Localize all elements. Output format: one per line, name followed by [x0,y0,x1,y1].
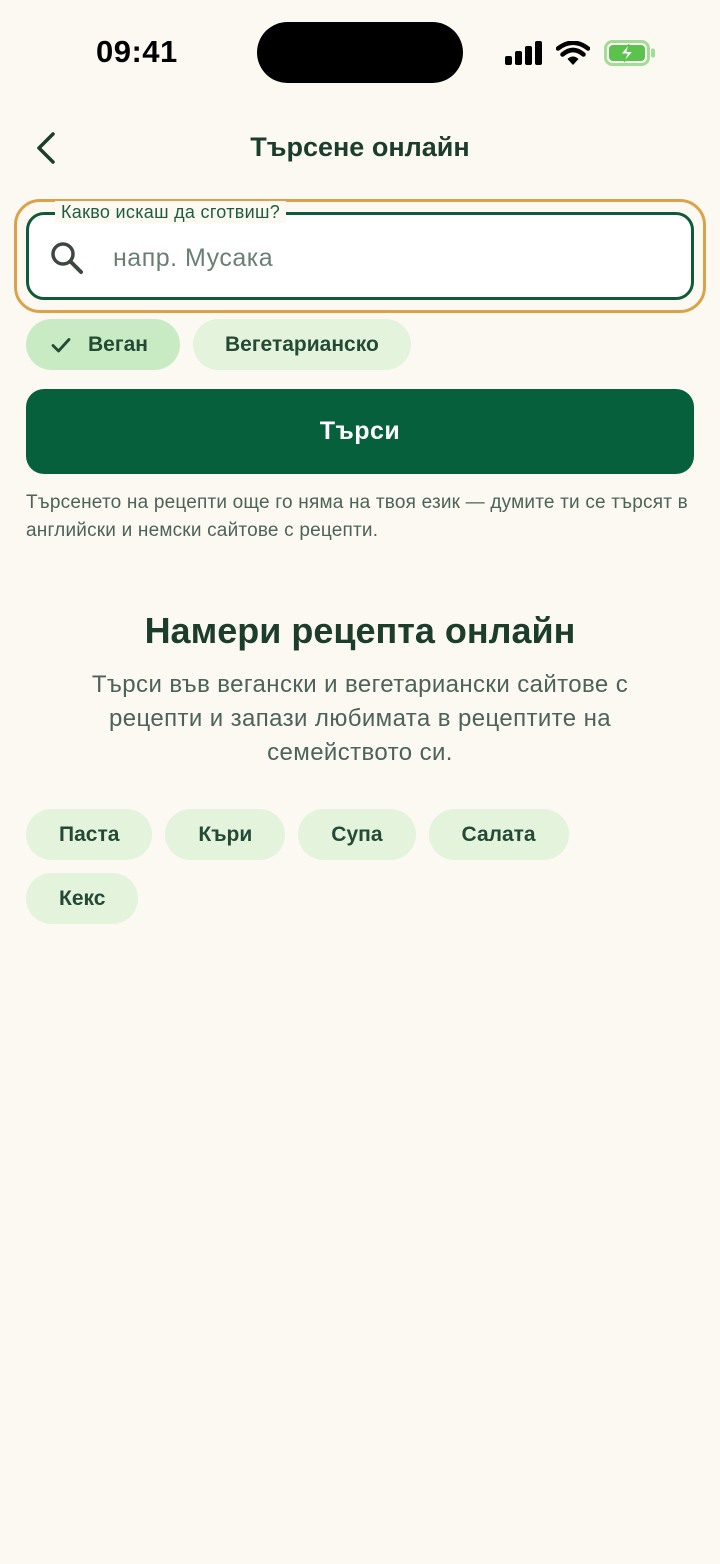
search-button[interactable]: Търси [26,389,694,474]
filter-chip-label: Веган [88,332,148,356]
search-field-label: Какво искаш да сготвиш? [55,201,287,223]
wifi-icon [556,40,590,65]
top-app-bar: Търсене онлайн [0,112,720,184]
filter-chip-label: Вегетарианско [224,332,379,356]
suggestion-chips: Паста Къри Супа Салата Кекс [26,809,626,924]
filter-chips: Веган Вегетарианско [26,319,411,370]
language-note: Търсенето на рецепти още го няма на твоя… [26,492,688,541]
dynamic-island [257,22,463,83]
empty-state-title: Намери рецепта онлайн [144,610,576,651]
page-title: Търсене онлайн [250,132,470,162]
empty-state-subtitle: Търси във вегански и вегетариански сайто… [91,671,629,766]
status-bar: 09:41 [0,0,720,100]
status-icons [505,38,656,68]
filter-chip-vegan[interactable]: Веган [26,319,180,370]
suggestion-chip-cake[interactable]: Кекс [26,873,139,924]
battery-charging-icon [604,40,655,66]
status-time: 09:41 [96,34,178,69]
cellular-signal-icon [505,41,542,65]
suggestion-chip-salad[interactable]: Салата [428,809,569,860]
suggestion-chip-pasta[interactable]: Паста [26,809,153,860]
suggestion-chip-soup[interactable]: Супа [298,809,416,860]
search-input[interactable] [111,233,675,283]
search-icon [51,242,83,274]
search-field[interactable]: Какво искаш да сготвиш? [26,201,694,300]
suggestion-chip-curry[interactable]: Къри [165,809,286,860]
filter-chip-vegetarian[interactable]: Вегетарианско [192,319,411,370]
check-icon [51,337,71,352]
